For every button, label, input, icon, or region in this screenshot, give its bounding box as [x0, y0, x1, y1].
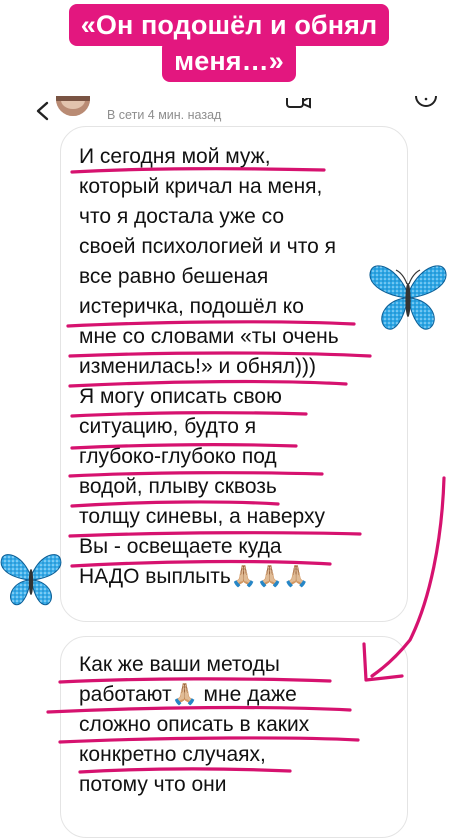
message-text-line: мне со словами «ты очень — [79, 325, 339, 348]
message-text-line: работают🙏🏼 мне даже — [79, 683, 297, 706]
butterfly-sticker — [369, 265, 447, 330]
contact-avatar[interactable] — [56, 96, 90, 116]
back-arrow-icon[interactable] — [32, 100, 54, 122]
story-title-line-2: меня…» — [162, 40, 296, 82]
message-text-line: все равно бешеная — [79, 265, 269, 288]
message-text-line: изменилась!» и обнял))) — [79, 355, 316, 378]
message-text-line: водой, плыву сквозь — [79, 475, 277, 498]
message-text-line: сложно описать в каких — [79, 713, 310, 736]
message-text-line: Вы - освещаете куда — [79, 535, 282, 558]
message-text-line: глубоко-глубоко под — [79, 445, 277, 468]
message-text-line: толщу синевы, а наверху — [79, 505, 325, 528]
message-text-line: И сегодня мой муж, — [79, 145, 271, 168]
story-title-banner: «Он подошёл и обнял меня…» — [0, 2, 458, 82]
message-text-line: что я достала уже со — [79, 205, 285, 228]
message-text-line: своей психологией и что я — [79, 235, 337, 258]
message-text-line: НАДО выплыть🙏🏼🙏🏼🙏🏼 — [79, 565, 310, 588]
message-text-line: истеричка, подошёл ко — [79, 295, 304, 318]
message-text-line: конкретно случаях, — [79, 743, 266, 766]
message-text-line: Я могу описать свою — [79, 385, 282, 408]
butterfly-sticker — [0, 554, 62, 606]
message-text-line: ситуацию, будто я — [79, 415, 257, 438]
chat-header: В сети 4 мин. назад — [0, 96, 458, 132]
video-call-icon[interactable] — [286, 98, 312, 112]
info-icon[interactable] — [414, 96, 438, 110]
message-text-line: который кричал на меня, — [79, 175, 323, 198]
online-status: В сети 4 мин. назад — [107, 108, 222, 122]
message-text-line: Как же ваши методы — [79, 653, 280, 676]
message-text-line: потому что они — [79, 773, 227, 796]
